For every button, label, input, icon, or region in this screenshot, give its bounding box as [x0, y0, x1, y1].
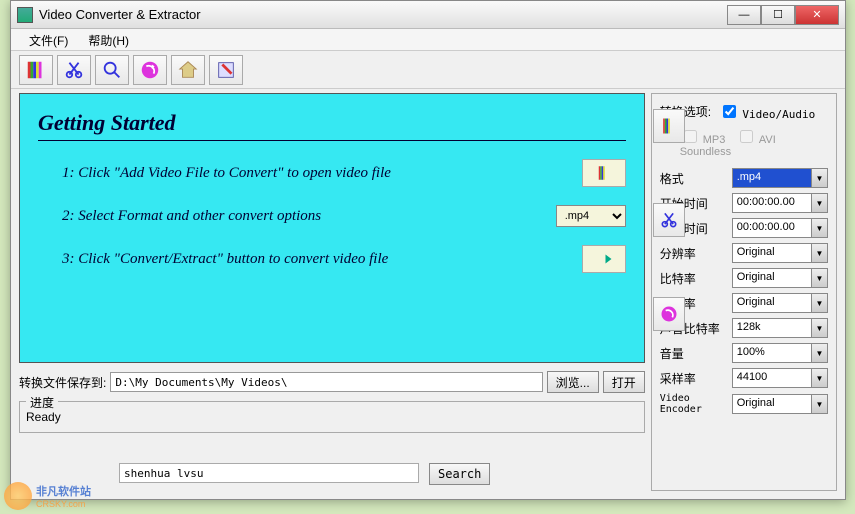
chevron-down-icon[interactable]: ▼	[811, 269, 827, 287]
chevron-down-icon[interactable]: ▼	[811, 319, 827, 337]
search-input[interactable]	[119, 463, 419, 483]
menubar: 文件(F) 帮助(H)	[11, 29, 845, 51]
maximize-button[interactable]: ☐	[761, 5, 795, 25]
watermark-logo-icon	[4, 482, 32, 510]
settings-button[interactable]	[209, 55, 243, 85]
side-convert-button[interactable]	[653, 297, 685, 331]
watermark-text: 非凡软件站	[36, 483, 91, 499]
divider	[38, 140, 626, 141]
save-path-label: 转换文件保存到:	[19, 374, 106, 391]
titlebar: Video Converter & Extractor — ☐ ✕	[11, 1, 845, 29]
bitrate-select[interactable]: Original▼	[732, 268, 828, 288]
open-button[interactable]: 打开	[603, 371, 645, 393]
chevron-down-icon[interactable]: ▼	[811, 169, 827, 187]
step-2-text: 2: Select Format and other convert optio…	[62, 208, 556, 225]
sample-rate-select[interactable]: 44100▼	[732, 368, 828, 388]
progress-legend: 进度	[26, 394, 58, 411]
watermark-url: CRSKY.com	[36, 499, 91, 509]
chevron-down-icon[interactable]: ▼	[811, 194, 827, 212]
resolution-select[interactable]: Original▼	[732, 243, 828, 263]
chevron-down-icon[interactable]: ▼	[811, 395, 827, 413]
search-button[interactable]: Search	[429, 463, 490, 485]
home-button[interactable]	[171, 55, 205, 85]
duration-select[interactable]: 00:00:00.00▼	[732, 218, 828, 238]
encoder-select[interactable]: Original▼	[732, 394, 828, 414]
avi-soundless-checkbox	[740, 130, 753, 143]
volume-select[interactable]: 100%▼	[732, 343, 828, 363]
search-row: Search	[119, 463, 490, 485]
sample-rate-label: 采样率	[660, 370, 732, 387]
close-button[interactable]: ✕	[795, 5, 839, 25]
tutorial-panel: Getting Started 1: Click "Add Video File…	[19, 93, 645, 363]
progress-status: Ready	[26, 410, 638, 424]
fps-select[interactable]: Original▼	[732, 293, 828, 313]
tutorial-heading: Getting Started	[38, 110, 626, 136]
video-audio-checkbox[interactable]	[723, 105, 736, 118]
mp3-checkbox	[684, 130, 697, 143]
app-icon	[17, 7, 33, 23]
save-path-input[interactable]	[110, 372, 542, 392]
cut-button[interactable]	[57, 55, 91, 85]
menu-file[interactable]: 文件(F)	[19, 29, 78, 50]
step-1-add-file-button[interactable]	[582, 159, 626, 187]
menu-help[interactable]: 帮助(H)	[78, 29, 139, 50]
chevron-down-icon[interactable]: ▼	[811, 344, 827, 362]
step-2-format-select[interactable]: .mp4	[556, 205, 626, 227]
search-button[interactable]	[95, 55, 129, 85]
progress-group: 进度 Ready	[19, 401, 645, 433]
step-3-convert-button[interactable]	[582, 245, 626, 273]
add-file-button[interactable]	[19, 55, 53, 85]
chevron-down-icon[interactable]: ▼	[811, 369, 827, 387]
convert-button[interactable]	[133, 55, 167, 85]
format-select[interactable]: .mp4▼	[732, 168, 828, 188]
toolbar	[11, 51, 845, 89]
chevron-down-icon[interactable]: ▼	[811, 294, 827, 312]
encoder-label: Video Encoder	[660, 393, 732, 415]
volume-label: 音量	[660, 345, 732, 362]
main-area: Getting Started 1: Click "Add Video File…	[11, 89, 845, 495]
step-1-text: 1: Click "Add Video File to Convert" to …	[62, 165, 582, 182]
step-3-text: 3: Click "Convert/Extract" button to con…	[62, 251, 582, 268]
chevron-down-icon[interactable]: ▼	[811, 219, 827, 237]
side-cut-button[interactable]	[653, 203, 685, 237]
start-time-select[interactable]: 00:00:00.00▼	[732, 193, 828, 213]
audio-bitrate-select[interactable]: 128k▼	[732, 318, 828, 338]
minimize-button[interactable]: —	[727, 5, 761, 25]
browse-button[interactable]: 浏览...	[547, 371, 599, 393]
window-title: Video Converter & Extractor	[39, 7, 727, 22]
app-window: Video Converter & Extractor — ☐ ✕ 文件(F) …	[10, 0, 846, 500]
watermark: 非凡软件站 CRSKY.com	[4, 482, 91, 510]
chevron-down-icon[interactable]: ▼	[811, 244, 827, 262]
side-add-file-button[interactable]	[653, 109, 685, 143]
